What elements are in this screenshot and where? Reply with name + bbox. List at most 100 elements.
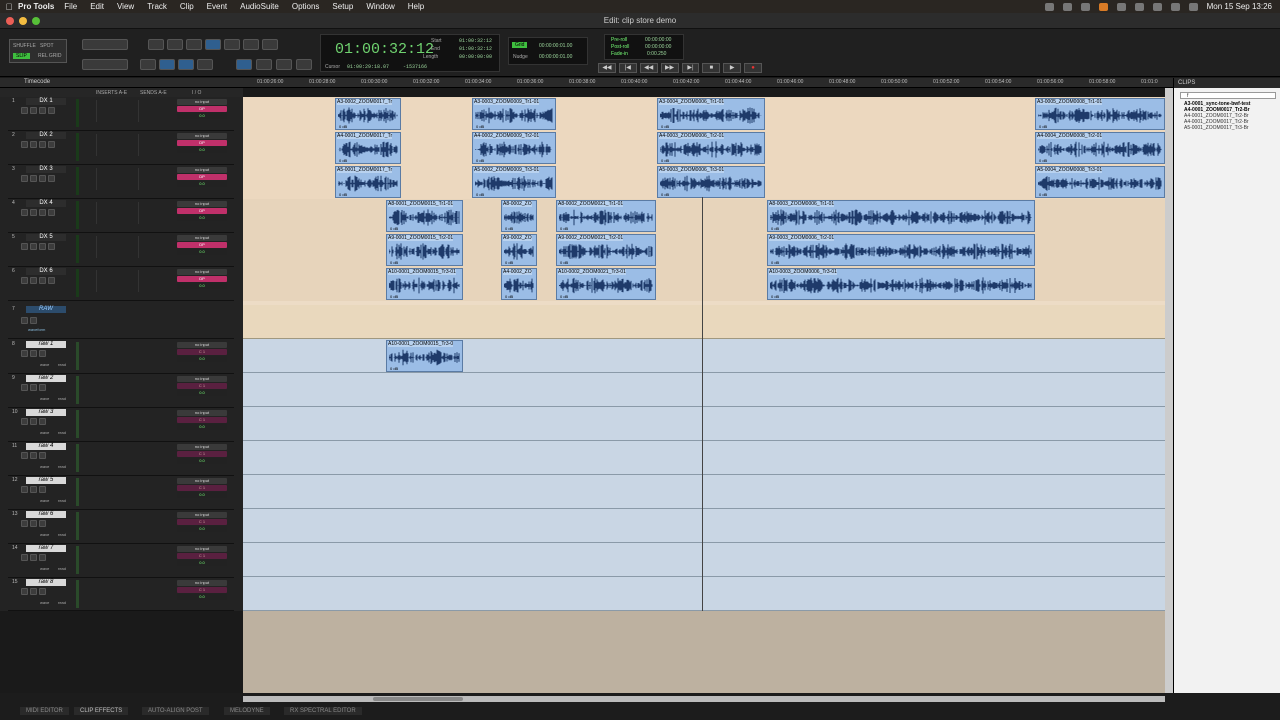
menu-setup[interactable]: Setup <box>332 2 353 11</box>
fadein-label[interactable]: Fade-in <box>611 51 628 57</box>
sends-slot[interactable] <box>138 202 174 224</box>
tab-melodyne[interactable]: MELODYNE <box>224 707 270 715</box>
audio-clip[interactable]: A3-0002_ZOOM0017_Tr 0 dB <box>335 98 401 130</box>
play-icon[interactable] <box>1116 2 1126 11</box>
volume-value[interactable]: 0.0 <box>177 356 227 362</box>
solo-button[interactable] <box>39 277 46 284</box>
menu-clip[interactable]: Clip <box>180 2 194 11</box>
sends-slot[interactable] <box>138 270 174 292</box>
audio-clip[interactable]: A4-0002_ZO 0 dB <box>501 268 537 300</box>
clips-search-input[interactable]: f <box>1180 92 1276 99</box>
mute-button[interactable] <box>48 107 55 114</box>
folder-track-name[interactable]: RAW <box>26 306 66 313</box>
automation-mode[interactable]: read <box>58 498 66 503</box>
input-selector[interactable]: no input <box>177 512 227 518</box>
solo-button[interactable] <box>30 350 37 357</box>
rec-enable-button[interactable] <box>21 452 28 459</box>
audio-clip[interactable]: A3-0004_ZOOM0006_Tr1-01 0 dB <box>657 98 765 130</box>
mute-button[interactable] <box>48 209 55 216</box>
track-lane[interactable] <box>243 373 1165 407</box>
input-selector[interactable]: no input <box>177 478 227 484</box>
input-selector[interactable]: no input <box>177 201 227 207</box>
mute-button[interactable] <box>39 486 46 493</box>
track-header[interactable]: 5 DX 5 no input DP 0.0 <box>8 233 234 267</box>
input-selector[interactable]: no input <box>177 580 227 586</box>
main-counter[interactable]: 01:00:32:12 Start End Length 01:00:32:12… <box>320 34 500 72</box>
audio-clip[interactable]: A10-0002_ZOOM0021_Tr3-01 0 dB <box>556 268 656 300</box>
output-selector[interactable]: DP <box>177 174 227 180</box>
end-value[interactable]: 01:00:32:12 <box>459 46 492 52</box>
io-header[interactable]: I / O <box>192 90 201 96</box>
rec-enable-button[interactable] <box>21 486 28 493</box>
track-header[interactable]: 9 raw 2 wave read no input C 1 0.0 <box>8 374 234 408</box>
solo-button[interactable] <box>30 520 37 527</box>
input-monitor-button[interactable] <box>30 141 37 148</box>
online-button[interactable]: ◀◀ <box>598 63 616 73</box>
output-selector[interactable]: C 1 <box>177 349 227 355</box>
vertical-scrollbar[interactable] <box>1165 88 1173 693</box>
mute-button[interactable] <box>39 554 46 561</box>
track-name[interactable]: raw 7 <box>26 545 66 552</box>
rec-enable-button[interactable] <box>21 243 28 250</box>
automation-mode[interactable]: read <box>58 430 66 435</box>
length-value[interactable]: 00:00:00:00 <box>459 54 492 60</box>
menu-window[interactable]: Window <box>366 2 394 11</box>
record-status-icon[interactable] <box>1044 2 1054 11</box>
edit-timeline[interactable]: A3-0002_ZOOM0017_Tr 0 dB A3-0003_ZOOM0009… <box>243 97 1165 611</box>
mute-button[interactable] <box>39 384 46 391</box>
menu-audiosuite[interactable]: AudioSuite <box>240 2 279 11</box>
track-name[interactable]: raw 8 <box>26 579 66 586</box>
tab-clip-effects[interactable]: CLIP EFFECTS <box>74 707 129 715</box>
input-selector[interactable]: no input <box>177 269 227 275</box>
selector-tool-icon[interactable] <box>186 39 202 50</box>
output-selector[interactable]: DP <box>177 242 227 248</box>
menu-track[interactable]: Track <box>147 2 167 11</box>
inserts-slot[interactable] <box>96 100 132 122</box>
inserts-slot[interactable] <box>96 134 132 156</box>
input-selector[interactable]: no input <box>177 342 227 348</box>
clock-icon[interactable] <box>1134 2 1144 11</box>
rec-enable-button[interactable] <box>21 175 28 182</box>
scrubber-tool-icon[interactable] <box>243 39 259 50</box>
solo-button[interactable] <box>39 243 46 250</box>
mute-button[interactable] <box>39 452 46 459</box>
rec-enable-button[interactable] <box>21 520 28 527</box>
solo-button[interactable] <box>21 317 28 324</box>
apple-icon[interactable]:  <box>0 2 18 12</box>
mode-spot[interactable]: SPOT <box>40 43 54 49</box>
input-selector[interactable]: no input <box>177 410 227 416</box>
solo-button[interactable] <box>39 141 46 148</box>
menu-extra-icon[interactable] <box>1062 2 1072 11</box>
audio-clip[interactable]: A8-0002_ZO 0 dB <box>501 200 537 232</box>
sends-slot[interactable] <box>138 100 174 122</box>
view-selector[interactable]: wave <box>40 430 49 435</box>
output-selector[interactable]: C 1 <box>177 553 227 559</box>
battery-icon[interactable] <box>1152 2 1162 11</box>
clip-list-item[interactable]: A5-0001_ZOOM0017_Tr3-Br <box>1174 125 1280 131</box>
automation-mode[interactable]: read <box>58 362 66 367</box>
audio-clip[interactable]: A5-0001_ZOOM0017_Tr 0 dB <box>335 166 401 198</box>
track-header[interactable]: 10 raw 3 wave read no input C 1 0.0 <box>8 408 234 442</box>
tab-midi-editor[interactable]: MIDI EDITOR <box>20 707 69 715</box>
rec-enable-button[interactable] <box>21 554 28 561</box>
audio-clip[interactable]: A4-0002_ZOOM0009_Tr2-01 0 dB <box>472 132 556 164</box>
sends-header[interactable]: SENDS A-E <box>140 90 167 96</box>
rec-enable-button[interactable] <box>21 384 28 391</box>
output-selector[interactable]: C 1 <box>177 485 227 491</box>
output-selector[interactable]: C 1 <box>177 451 227 457</box>
go-to-end-button[interactable]: ▶| <box>681 63 700 73</box>
rec-enable-button[interactable] <box>21 418 28 425</box>
preroll-value[interactable]: 00:00:00:00 <box>645 37 671 43</box>
input-selector[interactable]: no input <box>177 235 227 241</box>
solo-button[interactable] <box>39 107 46 114</box>
volume-value[interactable]: 0.0 <box>177 147 227 153</box>
track-header[interactable]: 11 raw 4 wave read no input C 1 0.0 <box>8 442 234 476</box>
preroll-label[interactable]: Pre-roll <box>611 37 627 43</box>
mute-button[interactable] <box>48 243 55 250</box>
mute-button[interactable] <box>39 350 46 357</box>
zoomer-tool-icon[interactable] <box>148 39 164 50</box>
menu-edit[interactable]: Edit <box>90 2 104 11</box>
audio-clip[interactable]: A5-0003_ZOOM0006_Tr3-01 0 dB <box>657 166 765 198</box>
solo-button[interactable] <box>30 554 37 561</box>
audio-clip[interactable]: A9-0003_ZOOM0006_Tr2-01 0 dB <box>767 234 1035 266</box>
